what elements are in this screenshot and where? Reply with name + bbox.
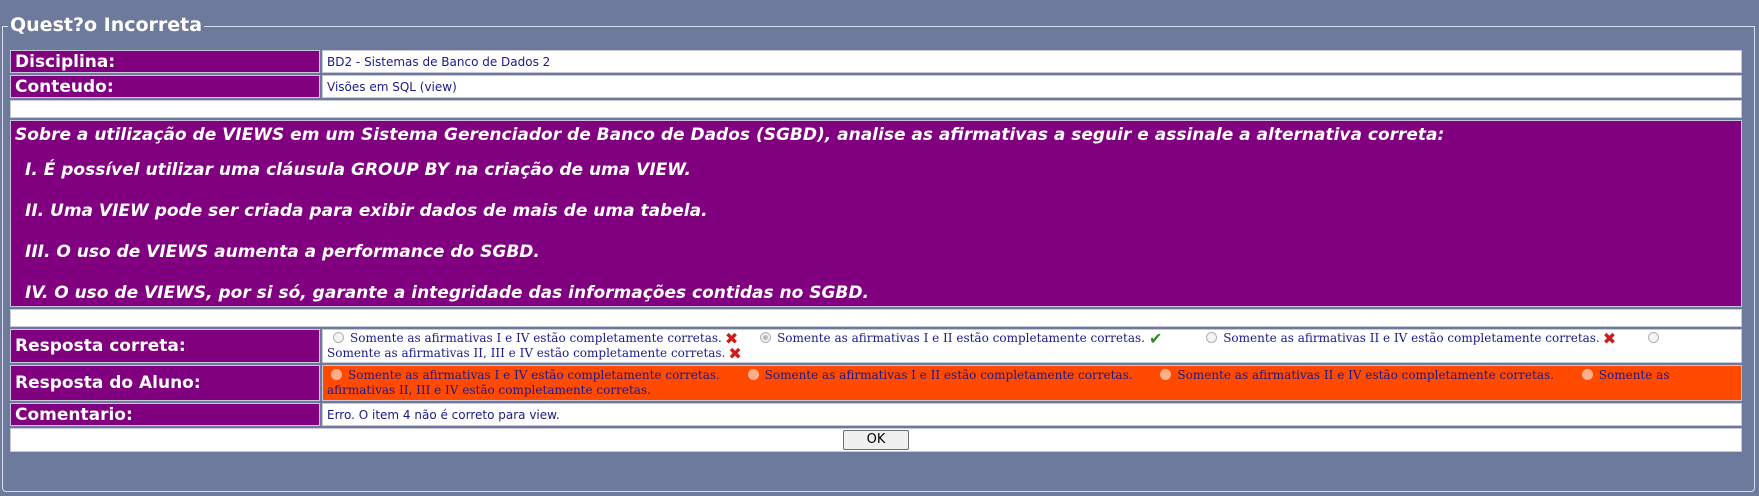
option-radio[interactable] xyxy=(333,332,344,343)
option-radio[interactable] xyxy=(1206,332,1218,343)
option-label: Somente as afirmativas II, III e IV estã… xyxy=(327,346,726,360)
disciplina-value: BD2 - Sistemas de Banco de Dados 2 xyxy=(322,50,1742,73)
option-label: Somente as afirmativas I e IV estão comp… xyxy=(348,368,720,382)
question-statement: Sobre a utilização de VIEWS em um Sistem… xyxy=(10,120,1742,307)
conteudo-label: Conteudo: xyxy=(10,75,320,98)
option-radio[interactable] xyxy=(1581,369,1593,380)
option-label: Somente as afirmativas II e IV estão com… xyxy=(1223,331,1600,345)
option-radio[interactable] xyxy=(747,369,759,380)
question-table: Disciplina: BD2 - Sistemas de Banco de D… xyxy=(8,48,1744,454)
option-radio[interactable] xyxy=(1160,369,1172,380)
spacer-row xyxy=(10,309,1742,327)
question-intro: Sobre a utilização de VIEWS em um Sistem… xyxy=(15,125,1445,145)
conteudo-value: Visões em SQL (view) xyxy=(322,75,1742,98)
ok-button[interactable]: OK xyxy=(843,430,909,450)
statement-item: I. É possível utilizar uma cláusula GROU… xyxy=(25,160,691,180)
option-label: Somente as afirmativas II e IV estão com… xyxy=(1177,368,1554,382)
option-label: Somente as afirmativas I e II estão comp… xyxy=(777,331,1145,345)
x-icon: ✖ xyxy=(728,344,742,363)
student-answer-options: Somente as afirmativas I e IV estão comp… xyxy=(322,365,1742,401)
option-label: Somente as afirmativas I e IV estão comp… xyxy=(350,331,722,345)
comentario-value: Erro. O item 4 não é correto para view. xyxy=(322,403,1742,426)
button-row: OK xyxy=(10,428,1742,452)
option-radio-selected[interactable] xyxy=(760,332,772,343)
option-radio[interactable] xyxy=(331,369,342,380)
disciplina-label: Disciplina: xyxy=(10,50,320,73)
statement-item: IV. O uso de VIEWS, por si só, garante a… xyxy=(25,283,869,303)
option-radio[interactable] xyxy=(1648,332,1659,343)
x-icon: ✖ xyxy=(1602,329,1617,348)
resposta-correta-label: Resposta correta: xyxy=(10,329,320,363)
option-label: Somente as afirmativas I e II estão comp… xyxy=(764,368,1133,382)
spacer-row xyxy=(10,100,1742,118)
fieldset-legend: Quest?o Incorreta xyxy=(8,14,205,36)
correct-answer-options: Somente as afirmativas I e IV estão comp… xyxy=(322,329,1742,363)
resposta-aluno-label: Resposta do Aluno: xyxy=(10,365,320,401)
comentario-label: Comentario: xyxy=(10,403,320,426)
check-icon: ✔ xyxy=(1148,329,1163,348)
statement-item: II. Uma VIEW pode ser criada para exibir… xyxy=(25,201,708,221)
statement-item: III. O uso de VIEWS aumenta a performanc… xyxy=(25,242,540,262)
